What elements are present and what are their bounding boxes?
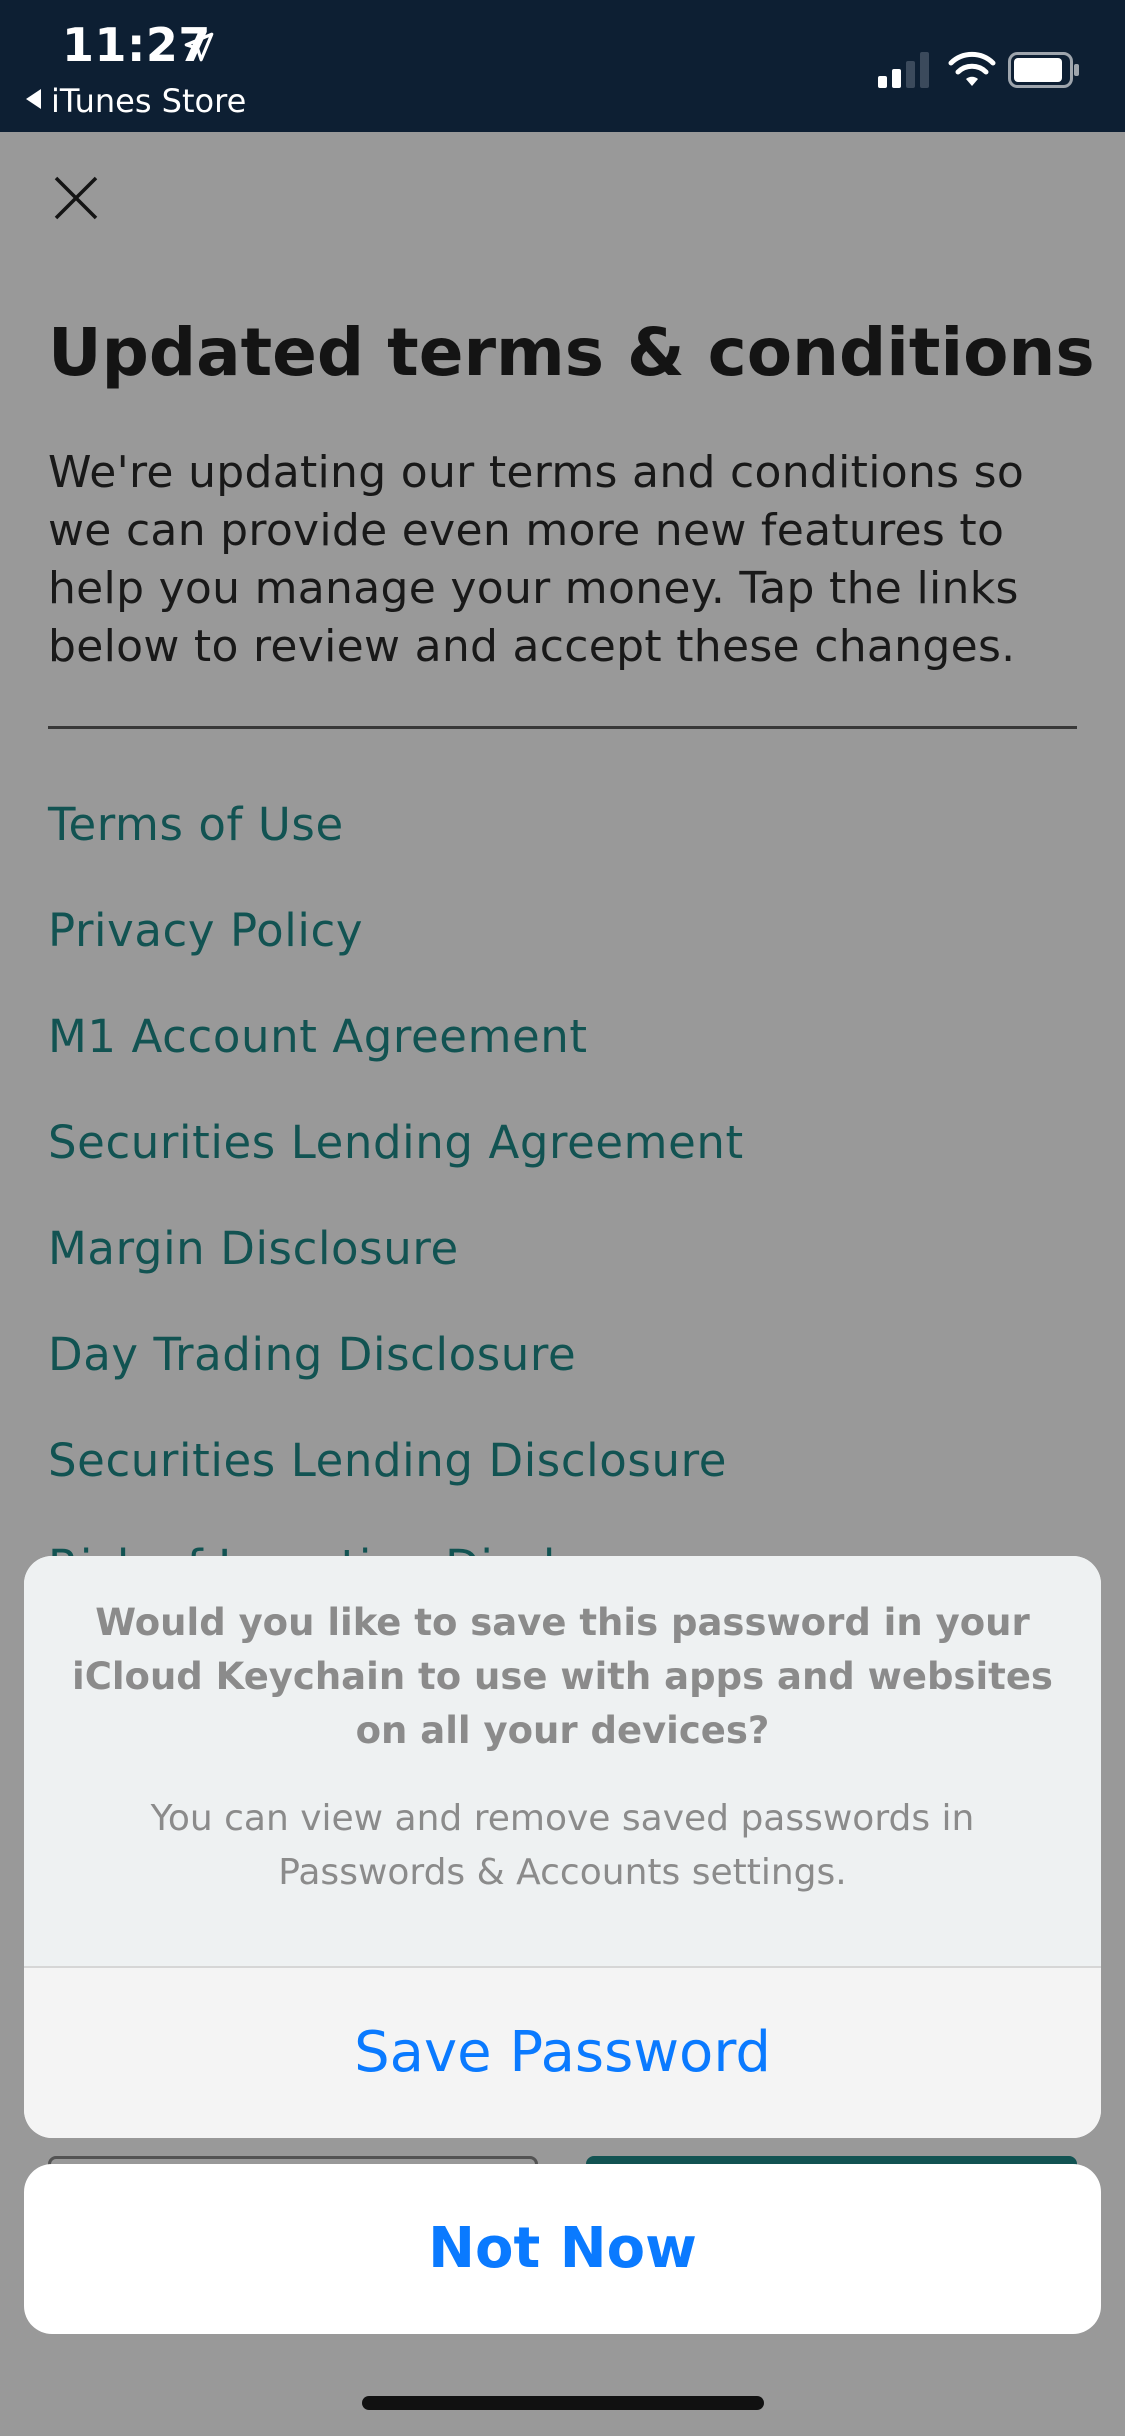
sheet-message: Would you like to save this password in … xyxy=(72,1601,1053,1752)
sheet-header: Would you like to save this password in … xyxy=(24,1556,1101,1966)
not-now-button[interactable]: Not Now xyxy=(24,2164,1101,2334)
wifi-icon xyxy=(948,51,996,86)
back-to-app-link[interactable]: iTunes Store xyxy=(26,82,246,120)
home-indicator[interactable] xyxy=(362,2396,764,2410)
back-triangle-icon xyxy=(26,89,41,109)
cellular-signal-icon xyxy=(878,52,929,88)
location-arrow-icon xyxy=(184,32,214,62)
battery-icon xyxy=(1008,52,1079,88)
sheet-submessage: You can view and remove saved passwords … xyxy=(150,1798,975,1893)
screen: 11:27 iTunes Store Updated terms & condi… xyxy=(0,0,1125,2436)
save-password-button[interactable]: Save Password xyxy=(24,1968,1101,2138)
save-password-sheet: Would you like to save this password in … xyxy=(24,1556,1101,2138)
back-app-label: iTunes Store xyxy=(51,82,247,120)
status-bar: 11:27 iTunes Store xyxy=(0,0,1125,132)
